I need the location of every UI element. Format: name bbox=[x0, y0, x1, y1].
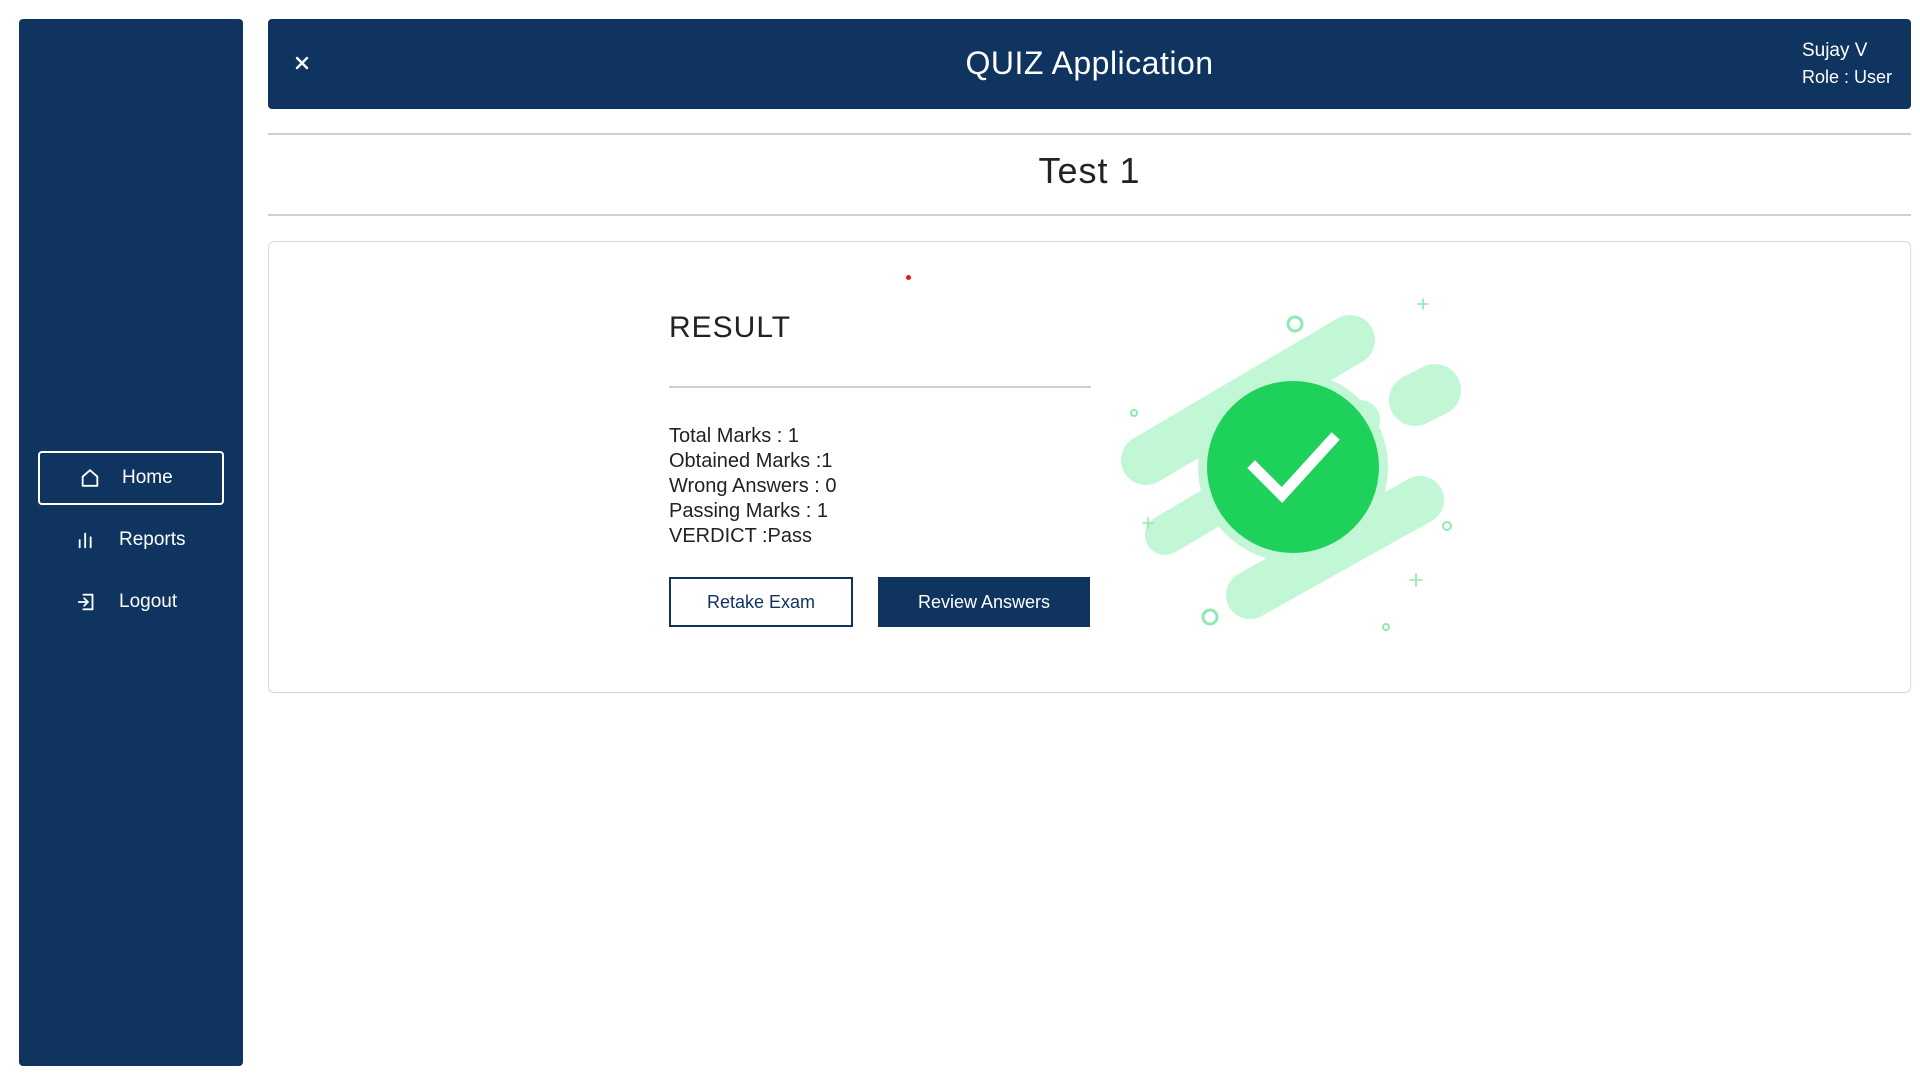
page-title: Test 1 bbox=[1038, 150, 1141, 191]
result-divider bbox=[669, 386, 1091, 388]
sidebar: Home Reports Logout bbox=[19, 19, 243, 1066]
bar-chart-icon bbox=[75, 528, 99, 552]
verdict: VERDICT :Pass bbox=[669, 525, 812, 547]
marker-dot bbox=[906, 275, 911, 280]
result-heading: RESULT bbox=[669, 311, 792, 344]
retake-exam-button[interactable]: Retake Exam bbox=[669, 577, 853, 627]
divider-top bbox=[268, 133, 1911, 135]
home-icon bbox=[78, 466, 102, 490]
user-info: Sujay V Role : User bbox=[1802, 37, 1892, 91]
sidebar-item-label: Home bbox=[122, 467, 173, 488]
wrong-answers: Wrong Answers : 0 bbox=[669, 475, 837, 497]
result-stats: Total Marks : 1 Obtained Marks :1 Wrong … bbox=[669, 424, 836, 549]
user-role: Role : User bbox=[1801, 67, 1892, 87]
sidebar-item-label: Reports bbox=[119, 529, 186, 550]
user-name: Sujay V bbox=[1801, 40, 1868, 61]
app-title: QUIZ Application bbox=[965, 45, 1214, 81]
divider-bottom bbox=[268, 214, 1911, 216]
sidebar-item-label: Logout bbox=[119, 591, 178, 612]
sidebar-item-home[interactable]: Home bbox=[38, 451, 224, 505]
logout-icon bbox=[75, 590, 99, 614]
success-check-icon bbox=[1110, 290, 1510, 650]
passing-marks: Passing Marks : 1 bbox=[669, 500, 828, 522]
obtained-marks: Obtained Marks :1 bbox=[669, 450, 833, 472]
total-marks: Total Marks : 1 bbox=[669, 425, 800, 447]
app-header: QUIZ Application Sujay V Role : User bbox=[268, 19, 1911, 109]
sidebar-item-logout[interactable]: Logout bbox=[38, 575, 224, 629]
sidebar-nav: Home Reports Logout bbox=[38, 451, 224, 637]
review-answers-button[interactable]: Review Answers bbox=[878, 577, 1090, 627]
sidebar-item-reports[interactable]: Reports bbox=[38, 513, 224, 567]
